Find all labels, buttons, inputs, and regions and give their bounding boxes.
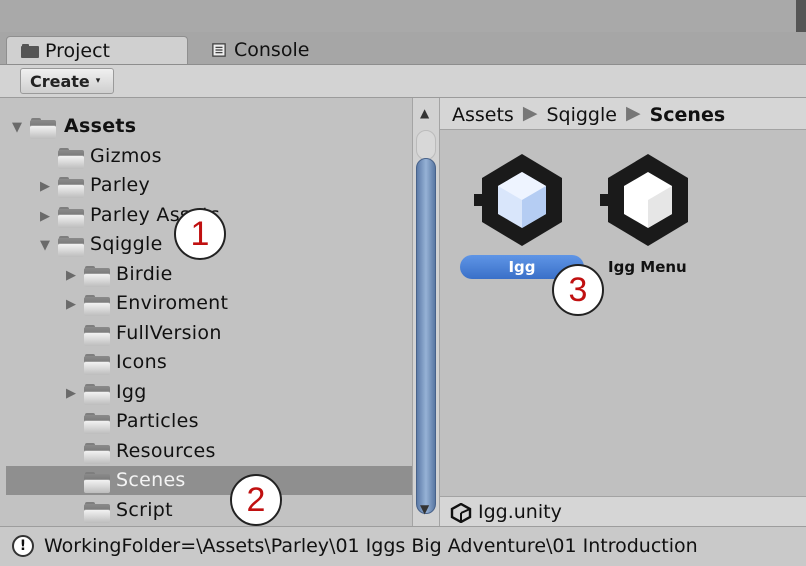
tree-item-label: Sqiggle xyxy=(90,233,163,255)
folder-icon xyxy=(84,472,112,493)
tree-item-label: FullVersion xyxy=(116,322,222,344)
folder-tree: ▼ Assets Gizmos ▶ Parley ▶ Parley Assets… xyxy=(6,98,412,526)
status-message: WorkingFolder=\Assets\Parley\01 Iggs Big… xyxy=(44,535,698,557)
tree-item-label: Script xyxy=(116,499,173,521)
tree-item-label: Assets xyxy=(64,115,137,137)
tree-item-igg[interactable]: ▶ Igg xyxy=(6,378,412,407)
tree-item-gizmos[interactable]: Gizmos xyxy=(6,142,412,171)
callout-1: 1 xyxy=(174,208,226,260)
expand-triangle-icon[interactable]: ▶ xyxy=(40,209,50,224)
expand-triangle-icon[interactable]: ▶ xyxy=(66,268,76,283)
unity-scene-icon xyxy=(600,154,688,246)
scroll-down-arrow-icon[interactable]: ▼ xyxy=(420,502,429,516)
tree-item-fullversion[interactable]: FullVersion xyxy=(6,319,412,348)
tree-item-label: Particles xyxy=(116,410,199,432)
tree-scrollbar[interactable]: ▲ ▼ xyxy=(412,98,440,526)
tree-item-label: Scenes xyxy=(116,469,186,491)
tab-bar: Project Console xyxy=(0,32,806,65)
tab-project[interactable]: Project xyxy=(6,36,188,64)
tree-item-label: Resources xyxy=(116,440,216,462)
folder-icon xyxy=(84,354,112,375)
folder-icon xyxy=(84,384,112,405)
expand-triangle-icon[interactable]: ▼ xyxy=(12,120,22,135)
expand-triangle-icon[interactable]: ▶ xyxy=(66,386,76,401)
tree-item-label: Icons xyxy=(116,351,168,373)
create-button-label: Create xyxy=(30,72,90,91)
asset-igg[interactable] xyxy=(474,150,570,250)
folder-icon xyxy=(84,266,112,287)
asset-igg-menu[interactable] xyxy=(600,150,696,250)
console-icon xyxy=(212,43,226,57)
asset-label[interactable]: Igg Menu xyxy=(608,258,687,276)
breadcrumb-scenes[interactable]: Scenes xyxy=(650,104,726,126)
folder-icon xyxy=(84,502,112,523)
folder-icon xyxy=(30,118,58,139)
tree-item-script[interactable]: Script xyxy=(6,496,412,525)
tree-item-label: Igg xyxy=(116,381,147,403)
tree-item-particles[interactable]: Particles xyxy=(6,407,412,436)
breadcrumb-assets[interactable]: Assets xyxy=(452,104,514,126)
expand-triangle-icon[interactable]: ▶ xyxy=(40,179,50,194)
scrollbar-thumb[interactable] xyxy=(416,158,436,514)
folder-icon xyxy=(21,44,39,58)
info-icon: ! xyxy=(12,535,34,557)
selected-file-bar: Igg.unity xyxy=(440,496,806,526)
create-button[interactable]: Create ▾ xyxy=(20,68,114,94)
tree-item-birdie[interactable]: ▶ Birdie xyxy=(6,260,412,289)
folder-icon xyxy=(58,148,86,169)
tree-item-enviroment[interactable]: ▶ Enviroment xyxy=(6,289,412,318)
breadcrumb-sqiggle[interactable]: Sqiggle xyxy=(546,104,617,126)
folder-icon xyxy=(84,443,112,464)
selected-file-name: Igg.unity xyxy=(478,501,562,523)
callout-3: 3 xyxy=(552,264,604,316)
breadcrumb: Assets ▶ Sqiggle ▶ Scenes xyxy=(440,98,806,130)
status-bar: ! WorkingFolder=\Assets\Parley\01 Iggs B… xyxy=(0,526,806,566)
breadcrumb-separator-icon: ▶ xyxy=(522,102,538,124)
folder-icon xyxy=(84,413,112,434)
window-top-strip xyxy=(0,0,806,33)
scroll-up-arrow-icon[interactable]: ▲ xyxy=(420,106,429,120)
callout-2: 2 xyxy=(230,474,282,526)
folder-icon xyxy=(58,236,86,257)
expand-triangle-icon[interactable]: ▶ xyxy=(66,297,76,312)
tree-item-label: Parley xyxy=(90,174,151,196)
tab-console-label: Console xyxy=(234,39,310,61)
tab-console[interactable]: Console xyxy=(196,36,376,64)
asset-grid: Igg Igg Menu xyxy=(440,130,806,496)
folder-icon xyxy=(84,325,112,346)
unity-scene-icon xyxy=(450,503,472,523)
tree-item-resources[interactable]: Resources xyxy=(6,437,412,466)
folder-icon xyxy=(58,177,86,198)
tree-item-icons[interactable]: Icons xyxy=(6,348,412,377)
folder-icon xyxy=(84,295,112,316)
tree-item-label: Enviroment xyxy=(116,292,229,314)
unity-scene-icon xyxy=(474,154,562,246)
folder-icon xyxy=(58,207,86,228)
tree-item-label: Gizmos xyxy=(90,145,162,167)
tree-item-parley[interactable]: ▶ Parley xyxy=(6,171,412,200)
chevron-down-icon: ▾ xyxy=(95,76,101,86)
tab-project-label: Project xyxy=(45,40,111,62)
scrollbar-cap xyxy=(416,130,436,160)
tree-item-assets[interactable]: ▼ Assets xyxy=(6,112,412,141)
breadcrumb-separator-icon: ▶ xyxy=(625,102,641,124)
expand-triangle-icon[interactable]: ▼ xyxy=(40,238,50,253)
tree-item-label: Birdie xyxy=(116,263,173,285)
project-toolbar: Create ▾ xyxy=(0,65,806,98)
top-strip-edge xyxy=(796,0,806,32)
tree-item-scenes[interactable]: Scenes xyxy=(6,466,412,495)
